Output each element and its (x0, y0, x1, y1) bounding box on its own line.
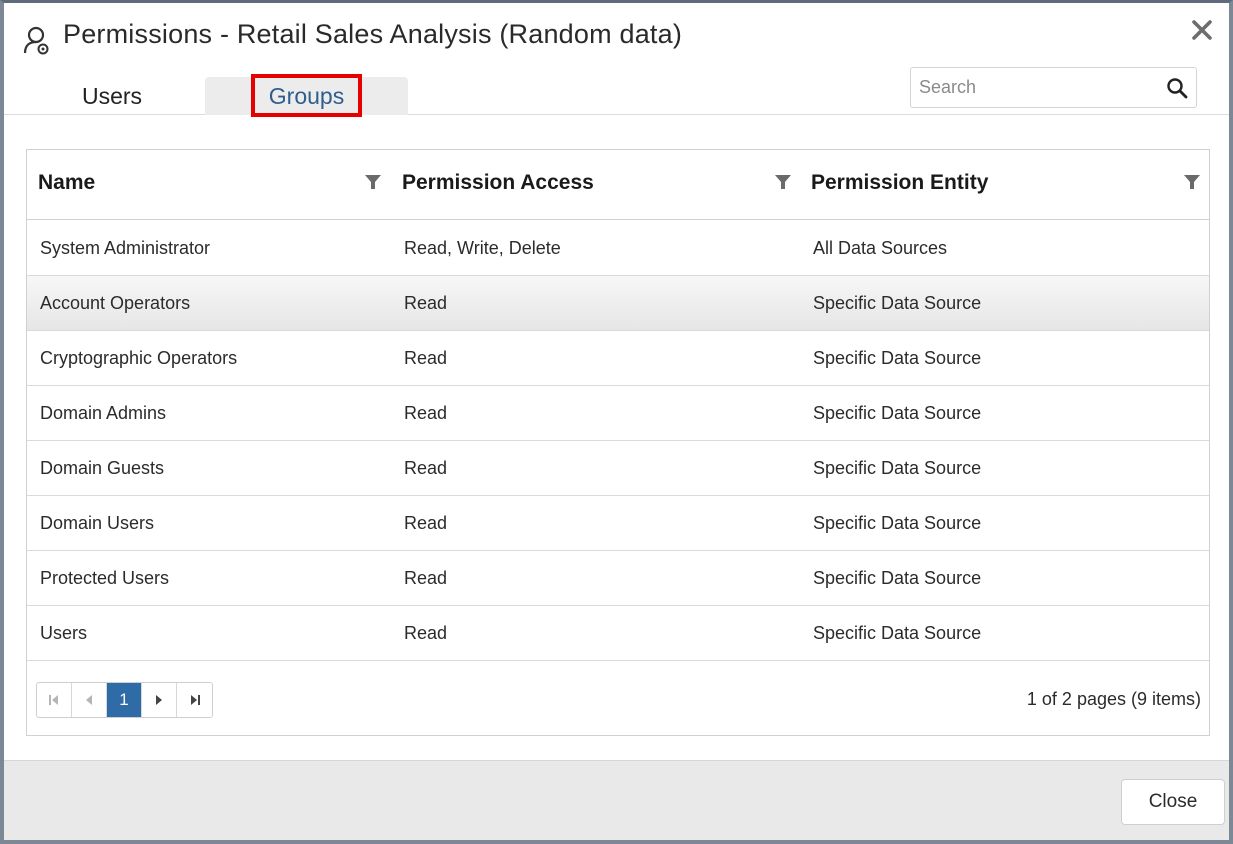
filter-icon[interactable] (775, 174, 791, 190)
dialog-titlebar: Permissions - Retail Sales Analysis (Ran… (4, 3, 1229, 73)
permissions-grid: Name Permission Access Permission Entity… (26, 149, 1210, 736)
tab-users[interactable]: Users (12, 77, 212, 115)
cell-permission-entity: Specific Data Source (813, 403, 982, 423)
filter-icon[interactable] (1184, 174, 1200, 190)
cell-name: Domain Users (40, 513, 155, 533)
cell-permission-access: Read (404, 403, 448, 423)
cell-permission-entity: Specific Data Source (813, 513, 982, 533)
last-page-button[interactable] (177, 683, 212, 717)
table-row[interactable]: Account Operators Read Specific Data Sourc… (27, 276, 1209, 331)
cell-permission-access: Read (404, 513, 448, 533)
tab-groups[interactable]: Groups (205, 77, 408, 115)
cell-name: Domain Guests (40, 458, 165, 478)
table-row[interactable]: Protected Users Read Specific Data Source (27, 551, 1209, 606)
table-row[interactable]: Domain Guests Read Specific Data Source (27, 441, 1209, 496)
cell-permission-entity: All Data Sources (813, 238, 948, 258)
search-input[interactable] (911, 68, 1151, 107)
cell-permission-entity: Specific Data Source (813, 293, 982, 313)
user-permission-icon (22, 25, 52, 57)
table-row[interactable]: Cryptographic Operators Read Specific Data… (27, 331, 1209, 386)
cell-name: System Administrator (40, 238, 211, 258)
column-header-permission-entity[interactable]: Permission Entity (811, 150, 988, 220)
previous-page-button[interactable] (72, 683, 107, 717)
cell-name: Protected Users (40, 568, 170, 588)
dialog-title: Permissions - Retail Sales Analysis (Ran… (63, 19, 683, 49)
cell-name: Domain Admins (40, 403, 167, 423)
cell-permission-access: Read (404, 623, 448, 643)
cell-permission-access: Read, Write, Delete (404, 238, 561, 258)
cell-permission-entity: Specific Data Source (813, 348, 982, 368)
table-row[interactable]: Domain Users Read Specific Data Source (27, 496, 1209, 551)
cell-name: Account Operators (40, 293, 191, 313)
cell-name: Users (40, 623, 88, 643)
column-header-name[interactable]: Name (38, 150, 95, 220)
dialog-footer: Close (4, 760, 1229, 840)
close-icon[interactable] (1189, 17, 1215, 43)
cell-permission-access: Read (404, 568, 448, 588)
cell-permission-entity: Specific Data Source (813, 623, 982, 643)
page-number-button[interactable]: 1 (107, 683, 142, 717)
table-row[interactable]: System Administrator Read, Write, Delete A… (27, 221, 1209, 276)
filter-icon[interactable] (365, 174, 381, 190)
permissions-dialog: Permissions - Retail Sales Analysis (Ran… (0, 0, 1233, 844)
table-row[interactable]: Users Read Specific Data Source (27, 606, 1209, 661)
cell-permission-access: Read (404, 348, 448, 368)
close-button[interactable]: Close (1121, 779, 1225, 825)
next-page-button[interactable] (142, 683, 177, 717)
cell-permission-access: Read (404, 293, 448, 313)
table-row[interactable]: Domain Admins Read Specific Data Source (27, 386, 1209, 441)
cell-permission-entity: Specific Data Source (813, 568, 982, 588)
cell-name: Cryptographic Operators (40, 348, 238, 368)
search-icon[interactable] (1166, 77, 1188, 99)
pager: 1 (36, 682, 213, 718)
cell-permission-entity: Specific Data Source (813, 458, 982, 478)
search-box (910, 67, 1197, 108)
pager-info: 1 of 2 pages (9 items) (1026, 689, 1201, 709)
first-page-button[interactable] (37, 683, 72, 717)
cell-permission-access: Read (404, 458, 448, 478)
grid-header: Name Permission Access Permission Entity (27, 150, 1209, 220)
column-header-permission-access[interactable]: Permission Access (402, 150, 594, 220)
